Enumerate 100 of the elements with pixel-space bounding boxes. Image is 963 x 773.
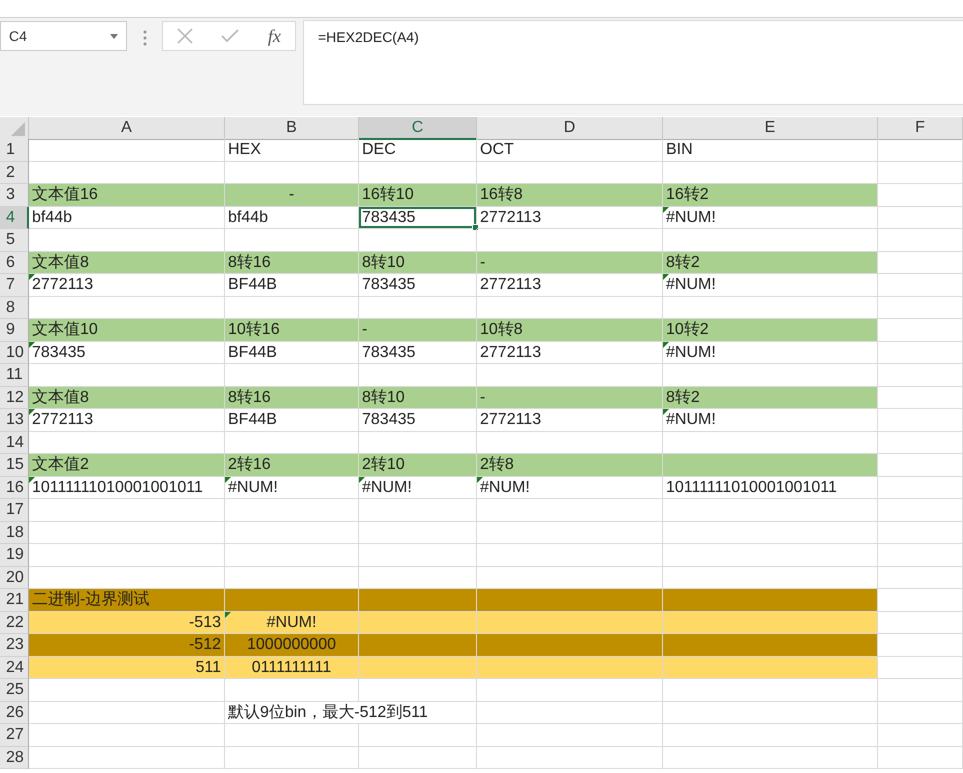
table-cell[interactable]: BF44B	[225, 274, 359, 296]
table-cell[interactable]: 0111111111	[225, 656, 359, 679]
table-cell[interactable]	[29, 139, 225, 162]
table-cell[interactable]: 511	[29, 656, 225, 679]
table-cell[interactable]	[225, 724, 359, 746]
table-cell[interactable]: #NUM!	[359, 476, 477, 499]
table-cell[interactable]	[663, 656, 878, 679]
table-cell[interactable]	[878, 589, 963, 612]
table-cell[interactable]	[359, 522, 477, 544]
table-cell[interactable]	[225, 499, 359, 522]
row-header[interactable]: 2	[0, 162, 29, 184]
row-header[interactable]: 10	[0, 342, 29, 364]
row-header[interactable]: 15	[0, 454, 29, 476]
table-cell[interactable]	[29, 702, 225, 724]
table-cell[interactable]	[878, 432, 963, 454]
row-header[interactable]: 20	[0, 566, 29, 589]
table-cell[interactable]	[878, 634, 963, 656]
row-header[interactable]: 21	[0, 589, 29, 612]
table-cell[interactable]	[477, 522, 663, 544]
table-cell[interactable]: 2772113	[29, 409, 225, 432]
row-header[interactable]: 3	[0, 184, 29, 206]
table-cell[interactable]	[477, 679, 663, 702]
table-cell[interactable]: #NUM!	[663, 409, 878, 432]
table-cell[interactable]: 10转8	[477, 319, 663, 342]
table-cell[interactable]	[878, 409, 963, 432]
table-cell[interactable]	[878, 679, 963, 702]
table-cell[interactable]: -	[477, 386, 663, 409]
row-header[interactable]: 13	[0, 409, 29, 432]
table-cell[interactable]: #NUM!	[225, 476, 359, 499]
table-cell[interactable]	[663, 679, 878, 702]
table-cell[interactable]: 2转16	[225, 454, 359, 476]
table-cell[interactable]	[663, 454, 878, 476]
table-cell[interactable]	[359, 634, 477, 656]
table-cell[interactable]: 文本值10	[29, 319, 225, 342]
table-cell[interactable]	[359, 746, 477, 769]
table-cell[interactable]	[878, 364, 963, 386]
table-cell[interactable]	[663, 724, 878, 746]
table-cell[interactable]	[359, 589, 477, 612]
table-cell[interactable]: 10转16	[225, 319, 359, 342]
table-cell[interactable]	[878, 162, 963, 184]
table-cell[interactable]	[477, 724, 663, 746]
table-cell[interactable]	[29, 522, 225, 544]
table-cell[interactable]: #NUM!	[663, 206, 878, 229]
table-cell[interactable]: -	[477, 252, 663, 274]
error-indicator-icon[interactable]	[29, 342, 35, 348]
table-cell[interactable]: 783435	[359, 206, 477, 229]
table-cell[interactable]	[477, 634, 663, 656]
table-cell[interactable]	[477, 589, 663, 612]
row-header[interactable]: 7	[0, 274, 29, 296]
table-cell[interactable]	[29, 544, 225, 566]
cancel-icon[interactable]	[177, 28, 194, 44]
table-cell[interactable]	[663, 499, 878, 522]
formula-input[interactable]: =HEX2DEC(A4)	[303, 20, 963, 105]
column-header[interactable]: A	[29, 117, 225, 140]
row-header[interactable]: 16	[0, 476, 29, 499]
table-cell[interactable]	[878, 454, 963, 476]
table-cell[interactable]: 1000000000	[225, 634, 359, 656]
fill-handle[interactable]	[472, 224, 479, 231]
column-header[interactable]: E	[663, 117, 878, 140]
table-cell[interactable]	[225, 589, 359, 612]
table-cell[interactable]	[878, 566, 963, 589]
table-cell[interactable]: 2772113	[477, 206, 663, 229]
row-header[interactable]: 25	[0, 679, 29, 702]
table-cell[interactable]: bf44b	[29, 206, 225, 229]
table-cell[interactable]	[359, 679, 477, 702]
select-all-icon[interactable]	[11, 122, 25, 136]
table-cell[interactable]: 文本值2	[29, 454, 225, 476]
column-header[interactable]: D	[477, 117, 663, 140]
row-header[interactable]: 22	[0, 612, 29, 634]
table-cell[interactable]	[878, 476, 963, 499]
table-cell[interactable]	[878, 746, 963, 769]
row-header[interactable]: 6	[0, 252, 29, 274]
row-header[interactable]: 17	[0, 499, 29, 522]
table-cell[interactable]: -	[359, 319, 477, 342]
table-cell[interactable]	[477, 499, 663, 522]
table-cell[interactable]	[359, 612, 477, 634]
name-box[interactable]: C4	[0, 21, 127, 51]
table-cell[interactable]: 16转8	[477, 184, 663, 206]
table-cell[interactable]	[477, 656, 663, 679]
table-cell[interactable]	[878, 296, 963, 319]
table-cell[interactable]	[225, 544, 359, 566]
table-cell[interactable]	[663, 702, 878, 724]
table-cell[interactable]	[878, 724, 963, 746]
table-cell[interactable]	[477, 544, 663, 566]
table-cell[interactable]: 10转2	[663, 319, 878, 342]
table-cell[interactable]: DEC	[359, 139, 477, 162]
table-cell[interactable]	[663, 634, 878, 656]
row-header[interactable]: 24	[0, 656, 29, 679]
table-cell[interactable]	[878, 522, 963, 544]
table-cell[interactable]: #NUM!	[663, 342, 878, 364]
table-cell[interactable]: BIN	[663, 139, 878, 162]
table-cell[interactable]	[878, 206, 963, 229]
table-cell[interactable]	[225, 679, 359, 702]
check-icon[interactable]	[221, 29, 240, 43]
table-cell[interactable]: 2772113	[29, 274, 225, 296]
row-header[interactable]: 12	[0, 386, 29, 409]
row-header[interactable]: 9	[0, 319, 29, 342]
table-cell[interactable]: 783435	[359, 409, 477, 432]
table-cell[interactable]	[359, 724, 477, 746]
table-cell[interactable]	[878, 612, 963, 634]
